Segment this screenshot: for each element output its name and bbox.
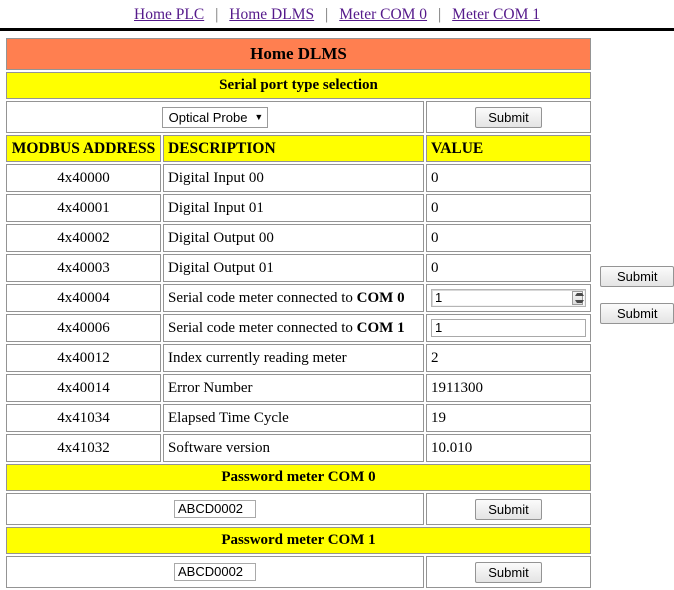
nav-separator-1: |: [215, 5, 219, 23]
password-com0-submit-cell: Submit: [426, 493, 591, 525]
password-com0-input-cell: [6, 493, 424, 525]
cell-value: 0: [426, 254, 591, 282]
page-body: Home DLMS Serial port type selection Opt…: [0, 36, 674, 590]
nav-link-home-plc[interactable]: Home PLC: [134, 6, 204, 24]
password-com1-submit-button[interactable]: Submit: [475, 561, 542, 583]
table-header-row: MODBUS ADDRESS DESCRIPTION VALUE: [6, 135, 591, 162]
password-com0-title: Password meter COM 0: [6, 464, 591, 491]
nav-link-meter-com-1[interactable]: Meter COM 1: [452, 6, 540, 24]
cell-description: Elapsed Time Cycle: [163, 404, 424, 432]
serial-code-com0-input-wrap: [431, 288, 586, 308]
serial-port-type-selected-label: Optical Probe: [168, 109, 248, 125]
table-row: 4x40012 Index currently reading meter 2: [6, 344, 591, 372]
serial-submit-cell: Submit: [426, 101, 591, 133]
serial-code-com0-input[interactable]: [431, 288, 586, 307]
serial-select-cell: Optical Probe ▼: [6, 101, 424, 133]
cell-description: Error Number: [163, 374, 424, 402]
nav-separator-2: |: [325, 5, 329, 23]
password-com0-row: Submit: [6, 493, 591, 525]
cell-value: 0: [426, 164, 591, 192]
cell-address: 4x40001: [6, 194, 161, 222]
cell-description-com-label: COM 1: [356, 319, 405, 336]
header-divider: [0, 28, 674, 31]
cell-description-prefix: Serial code meter connected to: [168, 289, 357, 306]
cell-value: 0: [426, 194, 591, 222]
password-com0-input[interactable]: [174, 499, 256, 518]
cell-description: Index currently reading meter: [163, 344, 424, 372]
cell-address: 4x40012: [6, 344, 161, 372]
password-com0-header-row: Password meter COM 0: [6, 464, 591, 491]
serial-port-type-select[interactable]: Optical Probe ▼: [161, 106, 269, 128]
table-row: 4x41032 Software version 10.010: [6, 434, 591, 462]
cell-value: 2: [426, 344, 591, 372]
table-row: 4x40000 Digital Input 00 0: [6, 164, 591, 192]
serial-code-com0-submit-button[interactable]: Submit: [600, 266, 674, 287]
cell-value: 19: [426, 404, 591, 432]
password-com0-submit-button[interactable]: Submit: [475, 498, 542, 520]
password-com1-submit-cell: Submit: [426, 556, 591, 588]
table-row: 4x40002 Digital Output 00 0: [6, 224, 591, 252]
table-row-serial-code-com1: 4x40006 Serial code meter connected to C…: [6, 314, 591, 342]
top-navigation: Home PLC | Home DLMS | Meter COM 0 | Met…: [0, 0, 674, 26]
cell-address: 4x40006: [6, 314, 161, 342]
page-title: Home DLMS: [6, 38, 591, 70]
password-com1-input[interactable]: [174, 562, 256, 581]
serial-code-com1-submit-wrap: Submit: [600, 303, 674, 324]
cell-value-input: [426, 284, 591, 312]
cell-description: Software version: [163, 434, 424, 462]
cell-description-com-label: COM 0: [356, 289, 405, 306]
chevron-down-icon: ▼: [254, 111, 264, 122]
cell-description: Digital Output 00: [163, 224, 424, 252]
table-row: 4x40001 Digital Input 01 0: [6, 194, 591, 222]
cell-address: 4x40002: [6, 224, 161, 252]
number-stepper-icon[interactable]: [572, 290, 584, 305]
cell-description: Digital Input 01: [163, 194, 424, 222]
cell-value: 1911300: [426, 374, 591, 402]
serial-code-com0-submit-wrap: Submit: [600, 266, 674, 287]
serial-code-com1-input[interactable]: [431, 318, 586, 337]
nav-link-home-dlms[interactable]: Home DLMS: [229, 6, 314, 24]
password-com1-row: Submit: [6, 556, 591, 588]
cell-description-prefix: Serial code meter connected to: [168, 319, 357, 336]
nav-separator-3: |: [438, 5, 442, 23]
modbus-table: Home DLMS Serial port type selection Opt…: [4, 36, 593, 590]
cell-value-input: [426, 314, 591, 342]
serial-port-submit-button[interactable]: Submit: [475, 106, 542, 128]
serial-select-row: Optical Probe ▼ Submit: [6, 101, 591, 133]
column-header-modbus-address: MODBUS ADDRESS: [6, 135, 161, 162]
cell-address: 4x40004: [6, 284, 161, 312]
column-header-value: VALUE: [426, 135, 591, 162]
cell-description: Serial code meter connected to COM 0: [163, 284, 424, 312]
title-row: Home DLMS: [6, 38, 591, 70]
password-com1-title: Password meter COM 1: [6, 527, 591, 554]
serial-code-com1-input-wrap: [431, 318, 586, 338]
cell-description: Serial code meter connected to COM 1: [163, 314, 424, 342]
cell-description: Digital Output 01: [163, 254, 424, 282]
table-row: 4x40014 Error Number 1911300: [6, 374, 591, 402]
table-row: 4x40003 Digital Output 01 0: [6, 254, 591, 282]
cell-address: 4x41032: [6, 434, 161, 462]
serial-section-header-row: Serial port type selection: [6, 72, 591, 99]
nav-link-meter-com-0[interactable]: Meter COM 0: [339, 6, 427, 24]
cell-value: 10.010: [426, 434, 591, 462]
password-com1-input-cell: [6, 556, 424, 588]
column-header-description: DESCRIPTION: [163, 135, 424, 162]
cell-address: 4x41034: [6, 404, 161, 432]
cell-description: Digital Input 00: [163, 164, 424, 192]
cell-address: 4x40014: [6, 374, 161, 402]
table-row: 4x41034 Elapsed Time Cycle 19: [6, 404, 591, 432]
cell-address: 4x40003: [6, 254, 161, 282]
serial-section-title: Serial port type selection: [6, 72, 591, 99]
serial-code-com1-submit-button[interactable]: Submit: [600, 303, 674, 324]
cell-value: 0: [426, 224, 591, 252]
cell-address: 4x40000: [6, 164, 161, 192]
password-com1-header-row: Password meter COM 1: [6, 527, 591, 554]
table-row-serial-code-com0: 4x40004 Serial code meter connected to C…: [6, 284, 591, 312]
